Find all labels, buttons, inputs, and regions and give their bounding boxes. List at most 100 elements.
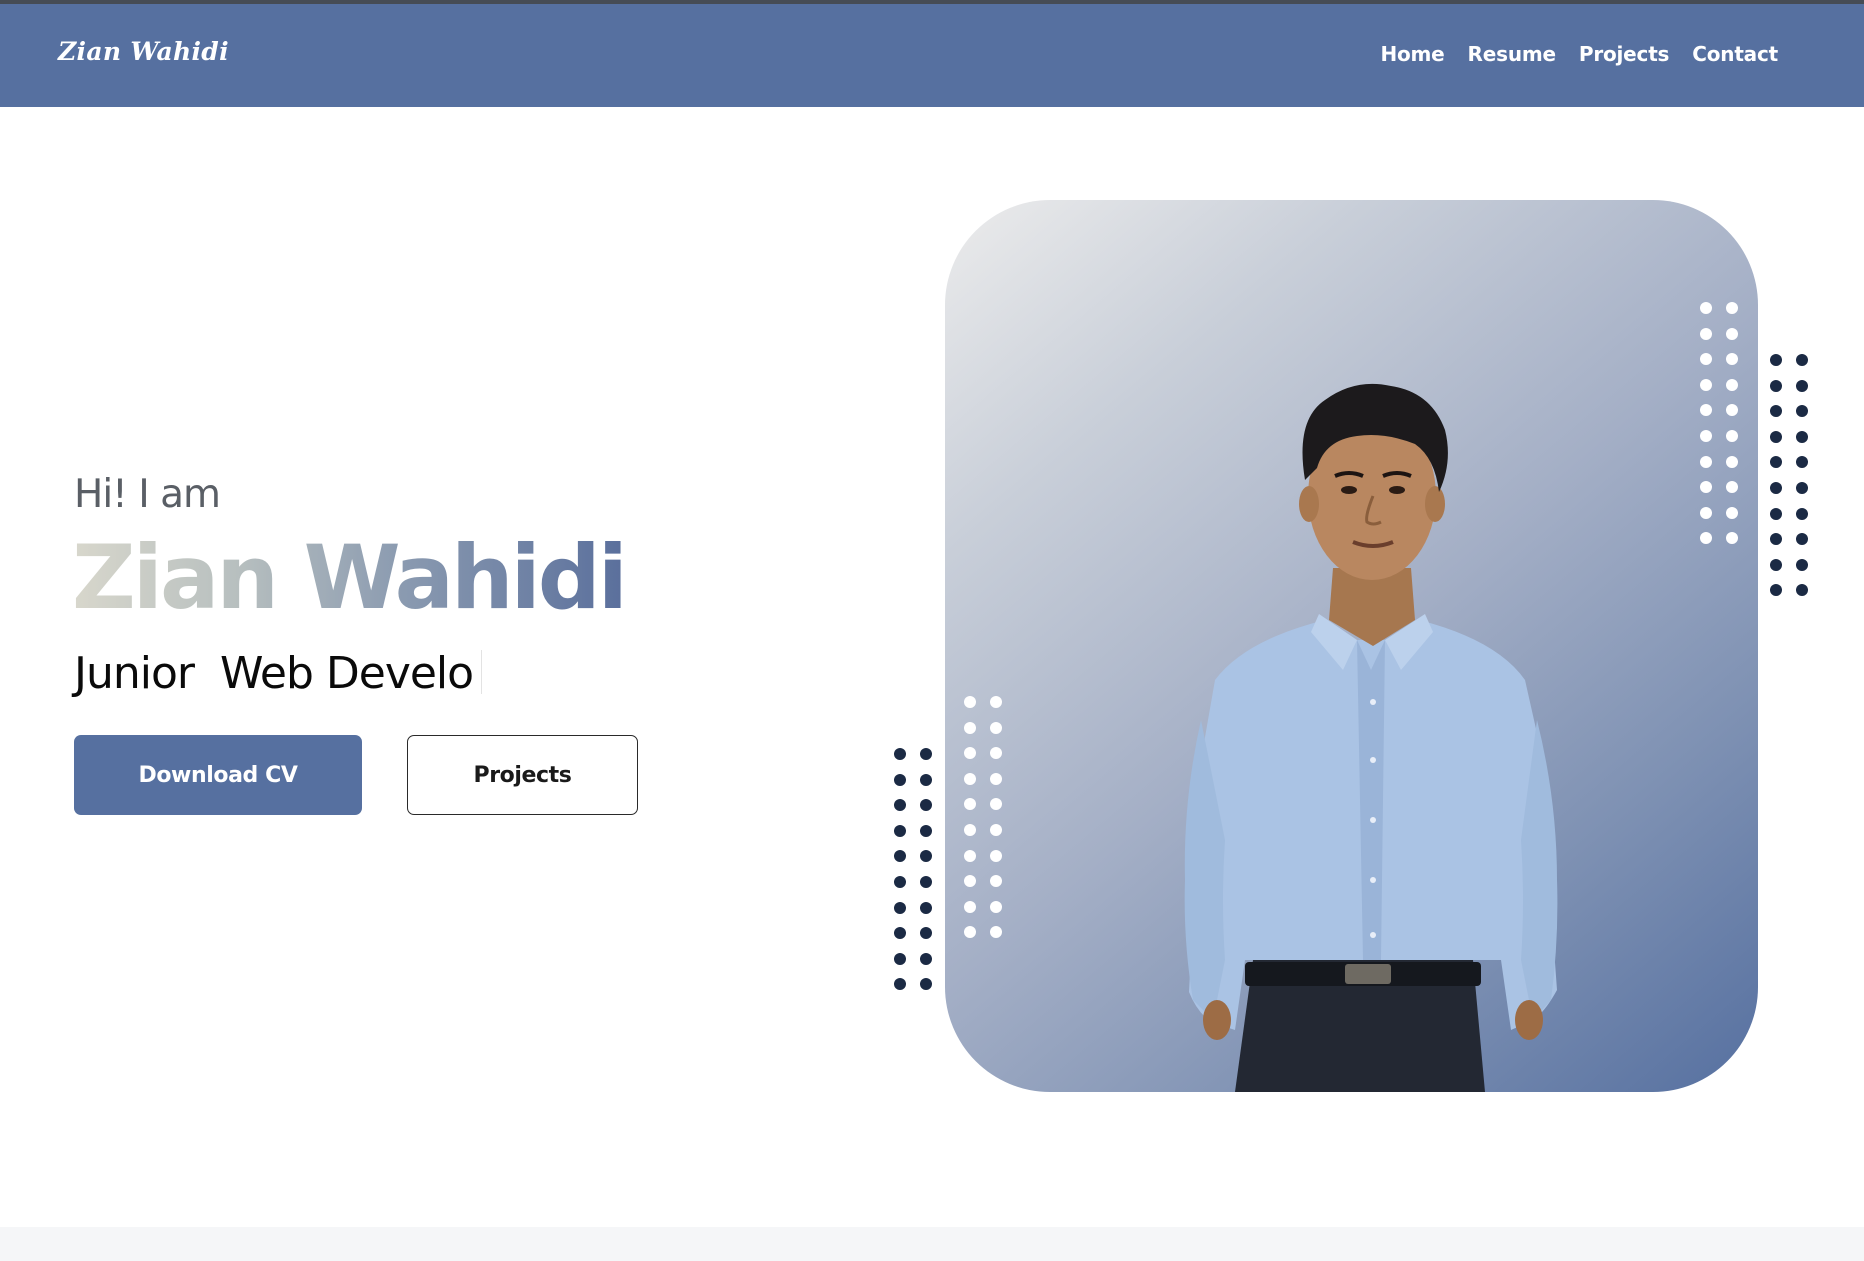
decor-dot [920, 952, 932, 965]
decor-dot [1700, 404, 1712, 417]
download-cv-button[interactable]: Download CV [74, 735, 362, 815]
decor-dot [1796, 558, 1808, 571]
decor-dot [964, 926, 976, 939]
decor-dot [894, 901, 906, 914]
person-belt-buckle [1345, 964, 1391, 984]
decor-dot [1700, 481, 1712, 494]
nav-menu: Home Resume Projects Contact [1380, 42, 1778, 66]
brand-logo[interactable]: Zian Wahidi [58, 37, 229, 66]
decor-dot [1796, 379, 1808, 392]
decor-dot [1726, 327, 1738, 340]
profile-photo-card [945, 200, 1758, 1092]
decor-dot [1770, 507, 1782, 520]
decor-dot [1700, 353, 1712, 366]
decor-dot [990, 721, 1002, 734]
decor-dot [1700, 506, 1712, 519]
decor-dot [894, 748, 906, 760]
next-section-edge [0, 1227, 1864, 1261]
decor-dot [964, 798, 976, 811]
decor-dot [964, 875, 976, 888]
decor-dot [1796, 533, 1808, 546]
decor-dot [894, 824, 906, 837]
dot-grid-right-white [1700, 302, 1740, 548]
profile-photo [1184, 383, 1558, 1092]
hero-name: Zian Wahidi [72, 526, 628, 629]
decor-dot [1726, 302, 1738, 314]
decor-dot [1726, 404, 1738, 417]
decor-dot [920, 927, 932, 940]
decor-dot [990, 696, 1002, 708]
decor-dot [894, 978, 906, 991]
decor-dot [1796, 482, 1808, 494]
decor-dot [990, 900, 1002, 913]
hero-role-text: Junior Web Develo [74, 648, 474, 699]
decor-dot [1796, 405, 1808, 418]
decor-dot [990, 926, 1002, 939]
projects-button[interactable]: Projects [407, 735, 638, 815]
decor-dot [1770, 430, 1782, 443]
decor-dot [920, 876, 932, 888]
decor-dot [894, 850, 906, 863]
decor-dot [1796, 430, 1808, 443]
decor-dot [920, 978, 932, 991]
hero-greeting: Hi! I am [74, 472, 221, 517]
nav-link-home[interactable]: Home [1380, 42, 1444, 66]
nav-link-projects[interactable]: Projects [1579, 42, 1670, 66]
decor-dot [1726, 481, 1738, 494]
hero-role: Junior Web Develo [74, 648, 483, 699]
nav-link-resume[interactable]: Resume [1468, 42, 1557, 66]
decor-dot [1726, 532, 1738, 545]
decor-dot [1770, 379, 1782, 392]
decor-dot [1796, 507, 1808, 520]
decor-dot [894, 952, 906, 965]
decor-dot [1726, 378, 1738, 391]
decor-dot [964, 772, 976, 785]
decor-dot [990, 875, 1002, 888]
decor-dot [894, 927, 906, 940]
decor-dot [1770, 456, 1782, 469]
dot-grid-left-white [964, 696, 1004, 942]
decor-dot [1700, 378, 1712, 391]
decor-dot [894, 799, 906, 812]
decor-dot [990, 849, 1002, 862]
decor-dot [1796, 584, 1808, 597]
decor-dot [894, 773, 906, 786]
decor-dot [894, 876, 906, 888]
decor-dot [964, 824, 976, 836]
decor-dot [1726, 506, 1738, 519]
decor-dot [990, 747, 1002, 760]
navbar: Zian Wahidi Home Resume Projects Contact [0, 4, 1864, 107]
decor-dot [990, 772, 1002, 785]
decor-dot [920, 799, 932, 812]
decor-dot [1770, 533, 1782, 546]
decor-dot [990, 824, 1002, 836]
decor-dot [1770, 558, 1782, 571]
decor-dot [920, 824, 932, 837]
decor-dot [964, 849, 976, 862]
decor-dot [964, 900, 976, 913]
decor-dot [964, 721, 976, 734]
decor-dot [1700, 327, 1712, 340]
nav-link-contact[interactable]: Contact [1692, 42, 1778, 66]
decor-dot [1700, 302, 1712, 314]
decor-dot [1770, 584, 1782, 597]
decor-dot [920, 773, 932, 786]
decor-dot [1726, 455, 1738, 468]
decor-dot [964, 747, 976, 760]
decor-dot [990, 798, 1002, 811]
decor-dot [1770, 482, 1782, 494]
decor-dot [920, 748, 932, 760]
dot-grid-right-navy [1770, 354, 1810, 600]
dot-grid-left-navy [894, 748, 934, 994]
decor-dot [920, 850, 932, 863]
decor-dot [1726, 353, 1738, 366]
decor-dot [1796, 456, 1808, 469]
decor-dot [1770, 354, 1782, 366]
decor-dot [1726, 430, 1738, 442]
decor-dot [1796, 354, 1808, 366]
decor-dot [1700, 532, 1712, 545]
decor-dot [1700, 430, 1712, 442]
decor-dot [1770, 405, 1782, 418]
decor-dot [920, 901, 932, 914]
typing-cursor [481, 650, 483, 694]
